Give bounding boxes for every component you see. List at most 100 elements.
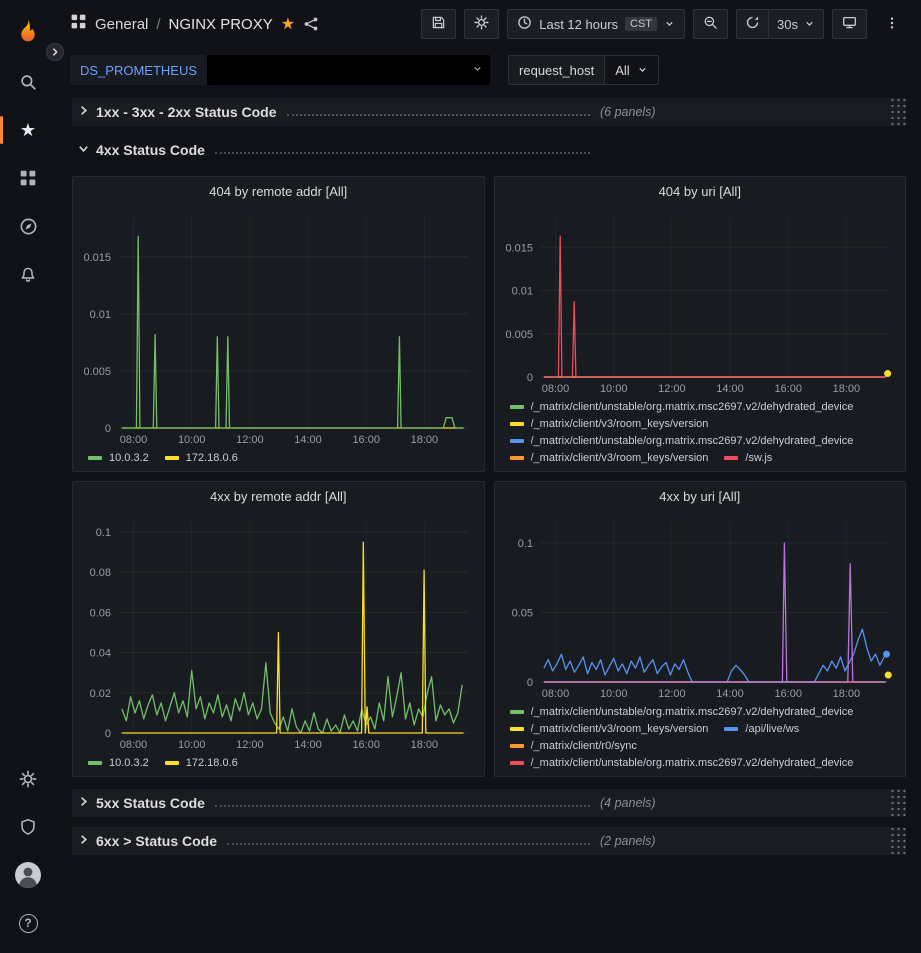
ds-prometheus-select[interactable] bbox=[207, 55, 490, 85]
svg-text:14:00: 14:00 bbox=[294, 739, 322, 751]
svg-text:0.1: 0.1 bbox=[517, 538, 532, 550]
legend-swatch bbox=[510, 422, 524, 426]
chevron-down-icon bbox=[637, 63, 648, 78]
row-drag-handle[interactable] bbox=[891, 98, 906, 126]
dashboards-grid-icon bbox=[19, 169, 37, 187]
time-range-picker[interactable]: Last 12 hours CST bbox=[507, 9, 685, 39]
svg-text:0.04: 0.04 bbox=[90, 648, 111, 660]
panel-title[interactable]: 404 by remote addr [All] bbox=[73, 177, 484, 207]
legend-label: /_matrix/client/unstable/org.matrix.msc2… bbox=[531, 757, 854, 769]
legend-item[interactable]: /api/live/ws bbox=[724, 723, 799, 735]
svg-text:0.08: 0.08 bbox=[90, 567, 111, 579]
svg-text:16:00: 16:00 bbox=[352, 434, 380, 446]
sidebar-item-configuration[interactable] bbox=[0, 755, 56, 803]
legend-item[interactable]: /_matrix/client/unstable/org.matrix.msc2… bbox=[510, 401, 854, 413]
legend-swatch bbox=[88, 456, 102, 460]
chart-plot[interactable]: 08:0010:0012:0014:0016:0018:0000.020.040… bbox=[73, 512, 484, 755]
chart-plot[interactable]: 08:0010:0012:0014:0016:0018:0000.0050.01… bbox=[73, 207, 484, 450]
svg-text:14:00: 14:00 bbox=[294, 434, 322, 446]
legend-item[interactable]: /_matrix/client/v3/room_keys/version bbox=[510, 418, 709, 430]
request-host-select[interactable]: All bbox=[605, 55, 658, 85]
panel-title[interactable]: 404 by uri [All] bbox=[495, 177, 906, 207]
legend-label: 172.18.0.6 bbox=[186, 452, 238, 464]
svg-text:0: 0 bbox=[105, 423, 111, 435]
sidebar-item-profile[interactable] bbox=[0, 851, 56, 899]
dashboard-content: 1xx - 3xx - 2xx Status Code (6 panels) 4… bbox=[56, 92, 921, 953]
row-title: 4xx Status Code bbox=[96, 142, 205, 158]
panel-title[interactable]: 4xx by uri [All] bbox=[495, 482, 906, 512]
chevron-down-icon bbox=[77, 142, 90, 155]
dashboard-settings-button[interactable] bbox=[464, 9, 499, 39]
legend-item[interactable]: 172.18.0.6 bbox=[165, 452, 238, 464]
row-4xx[interactable]: 4xx Status Code bbox=[72, 136, 906, 164]
sidebar-toggle-button[interactable] bbox=[46, 43, 64, 61]
panel-title[interactable]: 4xx by remote addr [All] bbox=[73, 482, 484, 512]
svg-text:0.01: 0.01 bbox=[511, 286, 532, 298]
share-icon[interactable] bbox=[303, 16, 319, 32]
dotted-leader bbox=[287, 114, 590, 116]
chevron-down-icon bbox=[664, 17, 675, 32]
refresh-button[interactable] bbox=[737, 10, 768, 38]
sidebar-item-explore[interactable] bbox=[0, 202, 56, 250]
time-range-label: Last 12 hours bbox=[539, 17, 618, 32]
shield-icon bbox=[19, 818, 37, 836]
row-panel-count: (6 panels) bbox=[600, 105, 656, 119]
legend-swatch bbox=[510, 727, 524, 731]
save-dashboard-button[interactable] bbox=[421, 9, 456, 39]
legend-item[interactable]: /_matrix/client/r0/sync bbox=[510, 740, 637, 752]
zoom-out-button[interactable] bbox=[693, 9, 728, 39]
sidebar-item-dashboards[interactable] bbox=[0, 154, 56, 202]
sidebar-item-server-admin[interactable] bbox=[0, 803, 56, 851]
legend-item[interactable]: 10.0.3.2 bbox=[88, 757, 149, 769]
sidebar-item-help[interactable] bbox=[0, 899, 56, 947]
legend-item[interactable]: /_matrix/client/v3/room_keys/version bbox=[510, 452, 709, 464]
svg-text:10:00: 10:00 bbox=[178, 739, 206, 751]
chart-plot[interactable]: 08:0010:0012:0014:0016:0018:0000.050.1 bbox=[495, 512, 906, 704]
legend-label: /_matrix/client/unstable/org.matrix.msc2… bbox=[531, 401, 854, 413]
svg-text:0.015: 0.015 bbox=[83, 252, 111, 264]
svg-text:0.015: 0.015 bbox=[505, 242, 533, 254]
panel-4xx-by-uri: 4xx by uri [All] 08:0010:0012:0014:0016:… bbox=[494, 481, 907, 777]
kebab-menu-button[interactable] bbox=[875, 9, 909, 39]
svg-text:16:00: 16:00 bbox=[352, 739, 380, 751]
svg-text:12:00: 12:00 bbox=[658, 688, 686, 700]
sidebar-item-starred[interactable] bbox=[0, 106, 56, 154]
svg-text:08:00: 08:00 bbox=[541, 688, 569, 700]
sidebar-item-search[interactable] bbox=[0, 58, 56, 106]
legend-item[interactable]: /sw.js bbox=[724, 452, 772, 464]
favorite-star-icon[interactable] bbox=[281, 14, 295, 34]
row-5xx[interactable]: 5xx Status Code (4 panels) bbox=[72, 789, 906, 817]
bell-icon bbox=[19, 265, 37, 283]
breadcrumb-dashboard-title[interactable]: NGINX PROXY bbox=[169, 16, 273, 33]
svg-text:0.005: 0.005 bbox=[83, 366, 111, 378]
legend-label: 10.0.3.2 bbox=[109, 452, 149, 464]
row-drag-handle[interactable] bbox=[891, 827, 906, 855]
chart-plot[interactable]: 08:0010:0012:0014:0016:0018:0000.0050.01… bbox=[495, 207, 906, 399]
svg-text:08:00: 08:00 bbox=[541, 383, 569, 395]
row-drag-handle[interactable] bbox=[891, 789, 906, 817]
legend-item[interactable]: /_matrix/client/unstable/org.matrix.msc2… bbox=[510, 706, 854, 718]
sidebar-item-alerting[interactable] bbox=[0, 250, 56, 298]
save-icon bbox=[431, 15, 446, 33]
chart-legend: /_matrix/client/unstable/org.matrix.msc2… bbox=[495, 399, 906, 471]
legend-item[interactable]: /_matrix/client/unstable/org.matrix.msc2… bbox=[510, 757, 854, 769]
legend-swatch bbox=[165, 761, 179, 765]
request-host-label: request_host bbox=[508, 55, 605, 85]
svg-text:0.05: 0.05 bbox=[511, 607, 532, 619]
zoom-out-icon bbox=[703, 15, 718, 33]
svg-text:0: 0 bbox=[526, 677, 532, 689]
dotted-leader bbox=[215, 805, 590, 807]
refresh-interval-dropdown[interactable]: 30s bbox=[768, 10, 823, 38]
row-6xx[interactable]: 6xx > Status Code (2 panels) bbox=[72, 827, 906, 855]
help-icon bbox=[19, 914, 38, 933]
legend-item[interactable]: 172.18.0.6 bbox=[165, 757, 238, 769]
tv-mode-button[interactable] bbox=[832, 9, 867, 39]
breadcrumb-section[interactable]: General bbox=[95, 16, 148, 33]
panel-grid: 404 by remote addr [All] 08:0010:0012:00… bbox=[72, 176, 906, 777]
refresh-icon bbox=[745, 15, 760, 33]
legend-item[interactable]: /_matrix/client/unstable/org.matrix.msc2… bbox=[510, 435, 854, 447]
legend-item[interactable]: /_matrix/client/v3/room_keys/version bbox=[510, 723, 709, 735]
legend-item[interactable]: 10.0.3.2 bbox=[88, 452, 149, 464]
row-1xx-3xx-2xx[interactable]: 1xx - 3xx - 2xx Status Code (6 panels) bbox=[72, 98, 906, 126]
legend-swatch bbox=[724, 727, 738, 731]
